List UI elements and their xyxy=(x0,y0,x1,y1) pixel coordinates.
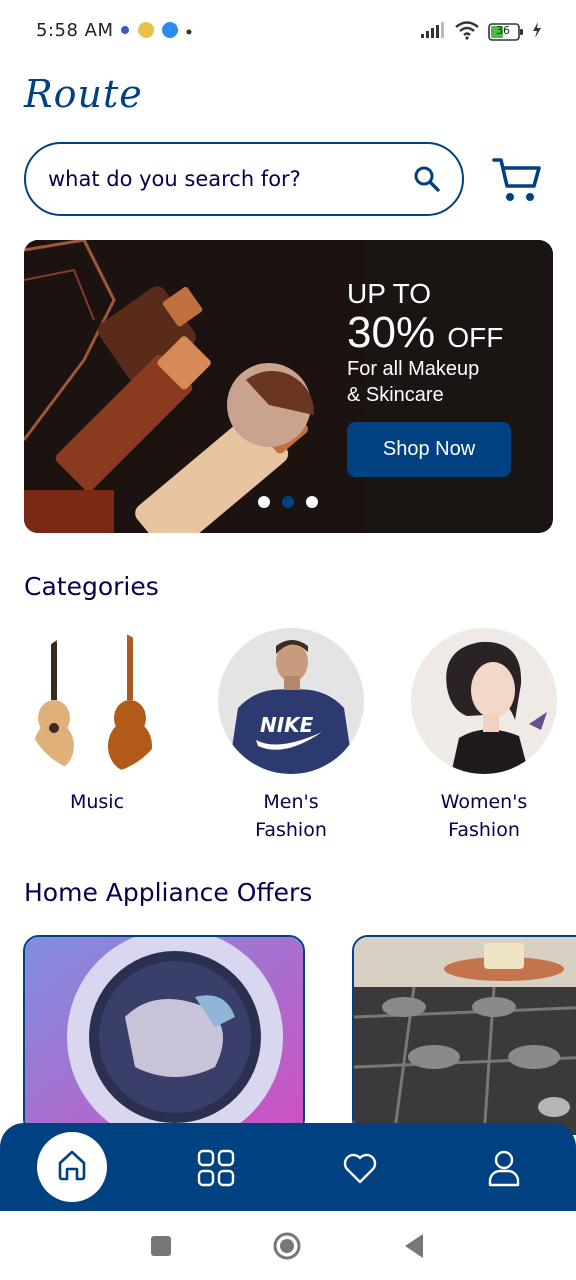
status-time: 5:58 AM xyxy=(36,20,114,41)
category-label-line: Men's xyxy=(263,791,319,813)
category-label-line: Women's xyxy=(440,791,528,813)
categories-icon[interactable] xyxy=(197,1149,235,1187)
settings-dot-icon xyxy=(120,20,130,39)
category-womens-fashion[interactable]: Women's Fashion xyxy=(409,628,559,844)
category-label-line: Fashion xyxy=(448,819,520,841)
signal-icon xyxy=(420,21,446,43)
offer-card-washing-machine[interactable] xyxy=(23,935,305,1135)
system-navigation-bar xyxy=(0,1211,576,1280)
shop-now-button[interactable]: Shop Now xyxy=(347,422,511,477)
battery-level: 36 xyxy=(496,24,510,37)
search-icon[interactable] xyxy=(412,164,442,194)
more-dot-icon xyxy=(186,20,192,39)
carousel-indicator[interactable] xyxy=(258,496,318,508)
category-music-image xyxy=(24,628,170,774)
categories-title: Categories xyxy=(24,572,159,601)
wifi-icon xyxy=(454,20,480,44)
banner-percent: 30% xyxy=(347,308,436,357)
category-music-label: Music xyxy=(22,788,172,816)
back-icon[interactable] xyxy=(403,1233,425,1263)
nav-home[interactable] xyxy=(37,1132,107,1202)
battery-icon: 36 xyxy=(488,23,524,41)
cart-icon[interactable] xyxy=(492,156,542,204)
promo-banner[interactable]: UP TO 30% OFF For all Makeup & Skincare … xyxy=(24,240,553,533)
category-label-line: Music xyxy=(69,791,125,813)
svg-text:NIKE: NIKE xyxy=(260,713,314,737)
category-label-line: Fashion xyxy=(255,819,327,841)
carousel-dot[interactable] xyxy=(306,496,318,508)
banner-subtitle-line2: & Skincare xyxy=(347,384,444,406)
banner-discount: 30% OFF xyxy=(347,308,503,358)
category-womens-fashion-label: Women's Fashion xyxy=(409,788,559,844)
status-notifications xyxy=(120,20,192,39)
banner-off: OFF xyxy=(447,322,504,353)
category-mens-fashion-label: Men's Fashion xyxy=(216,788,366,844)
offers-title: Home Appliance Offers xyxy=(24,878,313,907)
home-circle-icon[interactable] xyxy=(272,1231,302,1265)
status-system: 36 xyxy=(420,20,542,44)
home-icon[interactable] xyxy=(55,1148,89,1186)
banner-subtitle-line1: For all Makeup xyxy=(347,358,480,380)
category-mens-fashion-image: NIKE xyxy=(218,628,364,774)
search-input[interactable]: what do you search for? xyxy=(24,142,464,216)
recent-apps-icon[interactable] xyxy=(150,1235,172,1261)
category-music[interactable]: Music xyxy=(22,628,172,816)
charging-icon xyxy=(532,21,542,43)
search-placeholder: what do you search for? xyxy=(48,167,301,191)
carousel-dot-active[interactable] xyxy=(282,496,294,508)
app-logo: Route xyxy=(24,72,143,116)
wishlist-icon[interactable] xyxy=(341,1149,379,1187)
bottom-navigation xyxy=(0,1123,576,1211)
offer-card-gas-stove[interactable] xyxy=(352,935,576,1135)
carousel-dot[interactable] xyxy=(258,496,270,508)
banner-headline-top: UP TO xyxy=(347,278,432,309)
profile-icon[interactable] xyxy=(485,1149,523,1187)
gas-stove-image xyxy=(354,937,576,1133)
status-bar: 5:58 AM 36 xyxy=(0,0,576,62)
category-womens-fashion-image xyxy=(411,628,557,774)
washing-machine-image xyxy=(25,937,303,1133)
category-mens-fashion[interactable]: NIKE Men's Fashion xyxy=(216,628,366,844)
banner-cosmetics-image xyxy=(24,240,364,533)
emoji-icon xyxy=(138,21,154,38)
video-call-icon xyxy=(162,21,178,38)
